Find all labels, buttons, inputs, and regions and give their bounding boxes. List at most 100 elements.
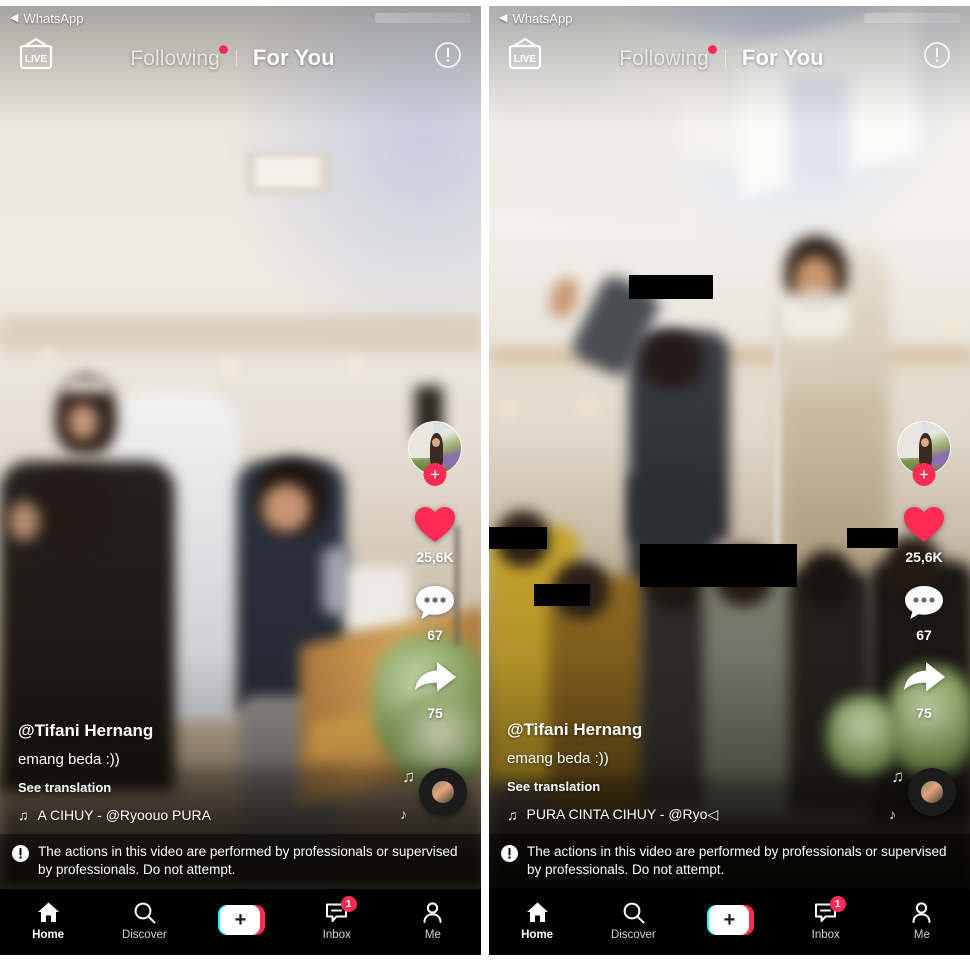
music-title: PURA CINTA CIHUY - @Ryo◁ <box>526 806 719 822</box>
music-note-icon-large: ♫ <box>891 767 904 786</box>
share-count: 75 <box>427 705 443 721</box>
back-to-whatsapp-link[interactable]: ◀ WhatsApp <box>499 11 572 26</box>
status-bar-indicators <box>864 13 960 23</box>
video-description: emang beda :)) <box>18 751 120 768</box>
create-plus-glyph: + <box>234 908 247 931</box>
music-disc-button[interactable] <box>908 768 956 816</box>
music-cover-art <box>432 781 454 803</box>
comment-action[interactable]: 67 <box>411 579 459 643</box>
person-icon <box>909 899 934 925</box>
tab-following[interactable]: Following <box>130 45 228 71</box>
music-info-row[interactable]: ♫ PURA CINTA CIHUY - @Ryo◁ <box>507 806 837 823</box>
creator-username[interactable]: @Tifani Hernang <box>507 720 837 740</box>
nav-item-home[interactable]: Home <box>0 899 96 941</box>
nav-item-discover[interactable]: Discover <box>96 899 192 941</box>
redaction-bar <box>629 275 713 299</box>
music-note-icon-small: ♪ <box>400 806 407 822</box>
feed-header-left: LIVE Following For You <box>0 32 481 84</box>
tab-following-label: Following <box>619 47 709 70</box>
nav-item-discover[interactable]: Discover <box>585 899 681 941</box>
safety-banner-text: The actions in this video are performed … <box>38 843 458 877</box>
back-app-label: WhatsApp <box>23 10 84 26</box>
nav-item-me[interactable]: Me <box>874 899 970 941</box>
feed-header-right: LIVE Following For You <box>489 32 970 84</box>
nav-item-create[interactable]: + <box>681 905 777 935</box>
person-icon <box>420 899 445 925</box>
creator-username[interactable]: @Tifani Hernang <box>18 721 348 741</box>
nav-label-me: Me <box>424 929 441 941</box>
like-count: 25,6K <box>416 549 454 565</box>
creator-avatar-button[interactable]: + <box>897 421 951 486</box>
bottom-navigation-right: Home Discover + 1 Inbox Me <box>489 889 970 955</box>
nav-item-create[interactable]: + <box>192 905 288 935</box>
follow-button[interactable]: + <box>423 463 447 486</box>
comment-bubble-icon <box>900 579 948 625</box>
system-status-row: ◀ WhatsApp <box>0 6 481 30</box>
video-caption-right: @Tifani Hernang emang beda :)) See trans… <box>507 720 837 823</box>
status-bar-indicators <box>375 13 471 23</box>
creator-avatar-button[interactable]: + <box>408 421 462 486</box>
comment-count: 67 <box>427 627 443 643</box>
tab-for-you-label: For You <box>741 45 824 70</box>
tab-following-label: Following <box>130 47 220 70</box>
exclamation-circle-icon[interactable] <box>922 40 952 70</box>
back-caret-icon: ◀ <box>10 11 19 24</box>
follow-button[interactable]: + <box>912 463 936 486</box>
heart-icon <box>411 501 459 547</box>
home-icon <box>36 899 61 925</box>
exclamation-circle-icon[interactable] <box>433 40 463 70</box>
warning-exclamation-icon <box>501 844 518 862</box>
nav-label-me: Me <box>913 929 930 941</box>
action-rail-left: + 25,6K 67 75 <box>399 421 471 735</box>
nav-label-home: Home <box>32 929 65 941</box>
like-action[interactable]: 25,6K <box>900 501 948 565</box>
follow-plus-label: + <box>919 465 929 484</box>
tab-for-you[interactable]: For You <box>253 45 335 71</box>
share-action[interactable]: 75 <box>900 657 948 721</box>
live-tv-icon[interactable]: LIVE <box>16 36 56 74</box>
music-note-icon-large: ♫ <box>402 767 415 786</box>
tab-for-you[interactable]: For You <box>742 45 824 71</box>
like-action[interactable]: 25,6K <box>411 501 459 565</box>
nav-label-home: Home <box>521 929 554 941</box>
nav-item-home[interactable]: Home <box>489 899 585 941</box>
music-info-row[interactable]: ♫ A CIHUY - @Ryoouo PURA <box>18 807 348 823</box>
svg-text:LIVE: LIVE <box>514 54 537 65</box>
see-translation-link[interactable]: See translation <box>507 779 837 794</box>
share-arrow-icon <box>411 657 459 703</box>
music-cover-art <box>921 781 943 803</box>
video-description: emang beda :)) <box>507 750 609 767</box>
nav-label-discover: Discover <box>121 929 167 941</box>
bottom-navigation-left: Home Discover + 1 Inbox Me <box>0 889 481 955</box>
see-translation-link[interactable]: See translation <box>18 780 348 795</box>
comment-action[interactable]: 67 <box>900 579 948 643</box>
like-count: 25,6K <box>905 549 943 565</box>
live-tv-icon[interactable]: LIVE <box>505 36 545 74</box>
music-note-icon: ♫ <box>507 806 518 823</box>
share-action[interactable]: 75 <box>411 657 459 721</box>
follow-plus-label: + <box>430 465 440 484</box>
video-caption-left: @Tifani Hernang emang beda :)) See trans… <box>18 721 348 823</box>
action-rail-right: + 25,6K 67 75 <box>888 421 960 735</box>
svg-text:LIVE: LIVE <box>25 54 48 65</box>
tab-separator <box>235 49 237 67</box>
music-note-icon-small: ♪ <box>889 806 896 822</box>
phone-screen-right: ◀ WhatsApp LIVE Following For You + 25,6… <box>489 6 970 955</box>
safety-banner-right[interactable]: The actions in this video are performed … <box>489 833 970 889</box>
nav-item-inbox[interactable]: 1 Inbox <box>289 896 385 941</box>
create-plus-icon[interactable]: + <box>217 905 265 935</box>
tab-following[interactable]: Following <box>619 45 717 71</box>
music-disc-button[interactable] <box>419 768 467 816</box>
warning-exclamation-icon <box>12 844 29 862</box>
nav-item-inbox[interactable]: 1 Inbox <box>778 896 874 941</box>
search-icon <box>132 899 157 925</box>
nav-item-me[interactable]: Me <box>385 899 481 941</box>
safety-banner-left[interactable]: The actions in this video are performed … <box>0 833 481 889</box>
create-plus-icon[interactable]: + <box>706 905 754 935</box>
share-count: 75 <box>916 705 932 721</box>
screenshot-stage: ◀ WhatsApp LIVE Following For You + 25,6… <box>0 0 970 970</box>
search-icon <box>621 899 646 925</box>
following-notification-dot <box>218 45 228 54</box>
back-to-whatsapp-link[interactable]: ◀ WhatsApp <box>10 11 83 26</box>
following-notification-dot <box>707 45 717 54</box>
